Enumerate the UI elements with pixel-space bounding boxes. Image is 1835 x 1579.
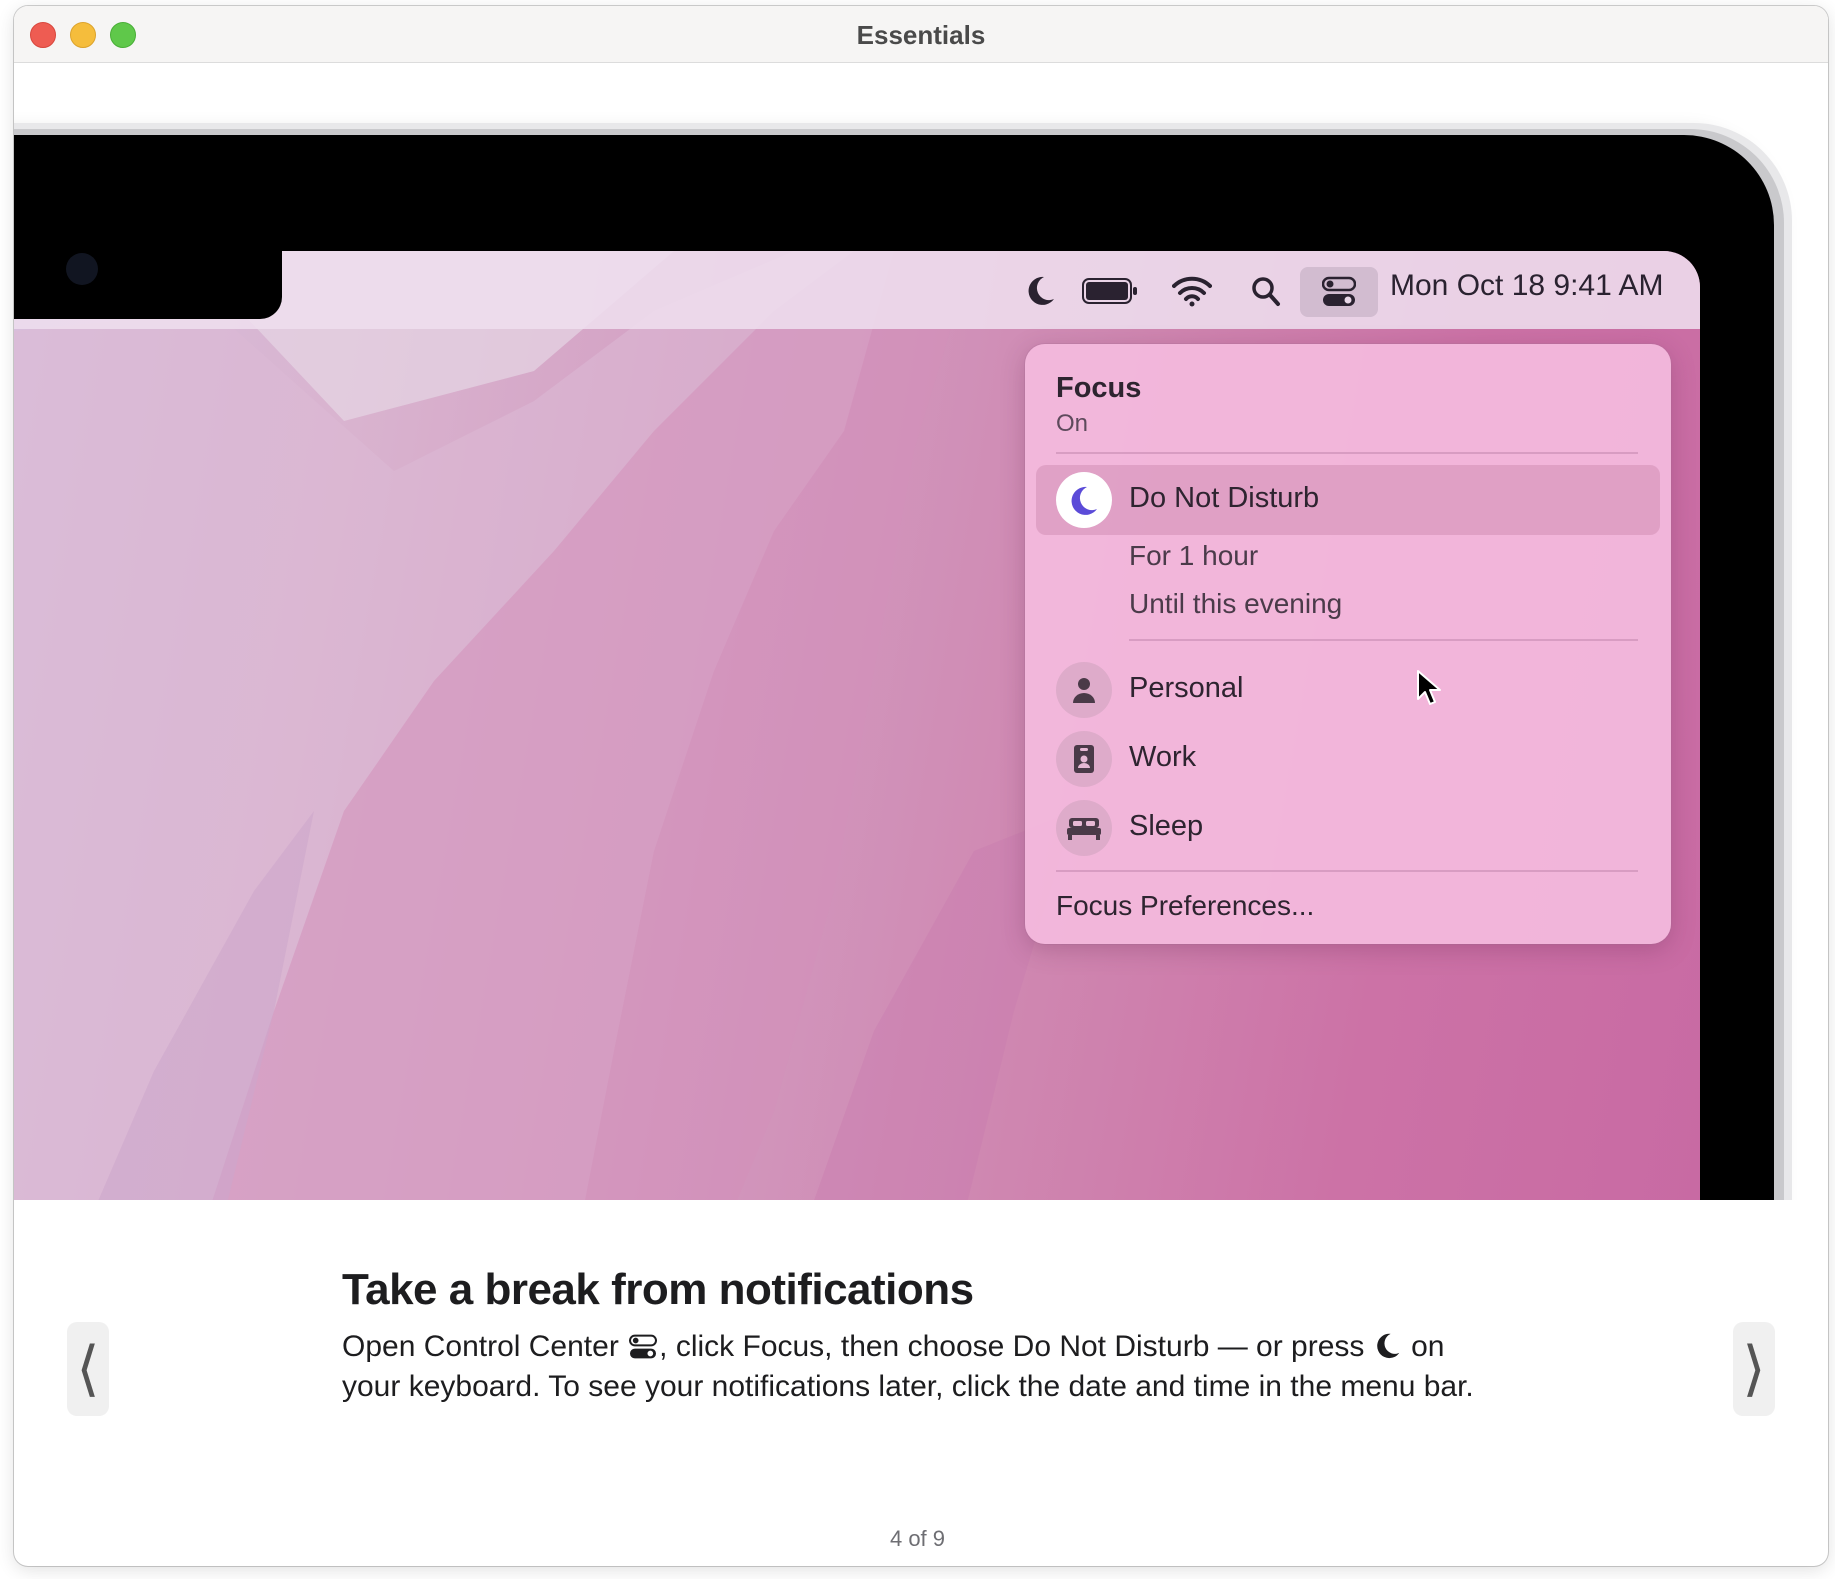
focus-preferences-item[interactable]: Focus Preferences... <box>1056 890 1314 922</box>
previous-page-button[interactable]: ⟨ <box>67 1322 109 1416</box>
description-part-2: , click Focus, then choose Do Not Distur… <box>659 1330 1365 1363</box>
moon-icon[interactable] <box>1024 273 1058 309</box>
divider <box>1056 870 1638 872</box>
bed-icon[interactable] <box>1056 800 1112 856</box>
battery-icon <box>1082 273 1138 309</box>
wifi-icon[interactable] <box>1172 273 1212 309</box>
id-badge-icon[interactable] <box>1056 731 1112 787</box>
title-bar: Essentials <box>14 6 1828 63</box>
dnd-moon-icon[interactable] <box>1056 472 1112 528</box>
control-center-icon <box>629 1334 658 1359</box>
next-page-button[interactable]: ⟩ <box>1733 1322 1775 1416</box>
page-description: Open Control Center , click Focus, then … <box>342 1327 1492 1407</box>
dnd-option-until-evening[interactable]: Until this evening <box>1129 588 1342 620</box>
page-title: Take a break from notifications <box>342 1265 974 1314</box>
focus-status: On <box>1056 410 1089 437</box>
focus-mode-sleep[interactable]: Sleep <box>1129 810 1203 843</box>
focus-mode-personal[interactable]: Personal <box>1129 672 1243 705</box>
search-icon[interactable] <box>1250 273 1282 309</box>
window-title: Essentials <box>856 20 986 50</box>
focus-title[interactable]: Focus <box>1056 372 1141 405</box>
macbook-illustration: Mon Oct 18 9:41 AM Focus On Do Not Distu… <box>14 63 1828 1200</box>
mouse-pointer-icon <box>1417 670 1441 705</box>
divider <box>1129 639 1638 641</box>
chevron-left-icon: ⟨ <box>76 1335 100 1402</box>
laptop-screen: Mon Oct 18 9:41 AM Focus On Do Not Distu… <box>14 251 1700 1200</box>
person-icon[interactable] <box>1056 662 1112 718</box>
chevron-right-icon: ⟩ <box>1742 1335 1766 1402</box>
focus-mode-work[interactable]: Work <box>1129 741 1196 774</box>
dnd-option-1-hour[interactable]: For 1 hour <box>1129 540 1258 572</box>
page-counter: 4 of 9 <box>889 1526 946 1551</box>
description-part-1: Open Control Center <box>342 1330 619 1363</box>
screen-notch <box>14 189 282 319</box>
control-center-icon[interactable] <box>1300 267 1378 317</box>
menu-bar-clock[interactable]: Mon Oct 18 9:41 AM <box>1390 269 1663 303</box>
focus-panel: Focus On Do Not Disturb For 1 hour Until… <box>1025 344 1671 944</box>
camera-icon <box>66 253 98 285</box>
do-not-disturb-label[interactable]: Do Not Disturb <box>1129 482 1319 515</box>
divider <box>1056 452 1638 454</box>
moon-icon <box>1376 1333 1400 1359</box>
